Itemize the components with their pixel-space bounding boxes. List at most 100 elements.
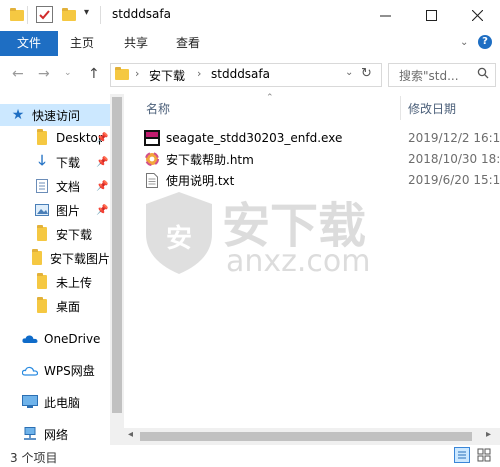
sidebar-item-label: OneDrive bbox=[44, 332, 101, 346]
folder-icon bbox=[34, 225, 50, 241]
chevron-down-icon[interactable]: ⌄ bbox=[345, 67, 353, 78]
sidebar-item-label: WPS网盘 bbox=[44, 363, 95, 378]
chevron-down-icon[interactable]: ▾ bbox=[84, 7, 89, 18]
sidebar-item-wps-drive[interactable]: WPS网盘 bbox=[0, 359, 110, 381]
new-folder-icon[interactable] bbox=[62, 7, 76, 23]
sidebar-scrollbar-thumb[interactable] bbox=[112, 97, 122, 413]
sidebar-item-downloads[interactable]: 🡓 下载 📌 bbox=[0, 151, 110, 173]
sidebar-item-desktop[interactable]: Desktop 📌 bbox=[0, 127, 110, 149]
file-row[interactable]: seagate_stdd30203_enfd.exe bbox=[144, 128, 342, 148]
file-row[interactable]: 安下载帮助.htm bbox=[144, 149, 254, 169]
sidebar-item-label: 图片 bbox=[56, 203, 81, 218]
sidebar-item-anxz[interactable]: 安下载 bbox=[0, 223, 110, 245]
watermark-subtext: anxz.com bbox=[226, 244, 371, 279]
folder-icon[interactable] bbox=[10, 7, 24, 23]
picture-icon bbox=[34, 203, 50, 217]
file-name: seagate_stdd30203_enfd.exe bbox=[166, 131, 343, 145]
tab-file[interactable]: 文件 bbox=[0, 31, 58, 56]
watermark-badge: 安 bbox=[166, 224, 193, 254]
breadcrumb-separator-icon[interactable]: › bbox=[135, 67, 139, 80]
ribbon: 文件 主页 共享 查看 ⌄ ? bbox=[0, 31, 500, 57]
back-arrow-icon[interactable]: ← bbox=[12, 66, 24, 82]
sidebar-item-label: 文档 bbox=[56, 179, 81, 194]
network-icon bbox=[22, 427, 38, 441]
sidebar-item-label: 安下载 bbox=[56, 227, 93, 242]
folder-icon bbox=[34, 273, 50, 289]
column-header-date[interactable]: 修改日期 bbox=[408, 100, 456, 117]
divider bbox=[27, 6, 28, 24]
download-icon: 🡓 bbox=[38, 153, 46, 169]
scroll-left-icon[interactable]: ◂ bbox=[128, 429, 133, 440]
large-icons-view-icon[interactable] bbox=[476, 447, 492, 463]
htm-icon bbox=[144, 151, 160, 167]
window-title: stdddsafa bbox=[112, 7, 171, 21]
maximize-button[interactable] bbox=[408, 0, 454, 31]
refresh-icon[interactable]: ↻ bbox=[361, 66, 372, 81]
sidebar-item-label: 桌面 bbox=[56, 299, 81, 314]
column-divider[interactable] bbox=[400, 96, 401, 120]
sidebar-item-label: 安下载图片 bbox=[49, 251, 110, 266]
sidebar-item-desktop-cn[interactable]: 桌面 bbox=[0, 295, 110, 317]
watermark: 安 安下载 anxz.com bbox=[142, 178, 372, 288]
column-header-name[interactable]: 名称 bbox=[146, 100, 170, 117]
tab-share[interactable]: 共享 bbox=[112, 31, 160, 56]
details-view-icon[interactable] bbox=[454, 447, 470, 463]
folder-icon bbox=[30, 249, 44, 265]
help-icon[interactable]: ? bbox=[478, 35, 492, 49]
minimize-button[interactable] bbox=[362, 0, 408, 31]
pin-icon[interactable]: 📌 bbox=[96, 205, 108, 216]
breadcrumb-separator-icon[interactable]: › bbox=[197, 67, 201, 80]
sidebar-item-not-uploaded[interactable]: 未上传 bbox=[0, 271, 110, 293]
star-icon: ★ bbox=[11, 107, 25, 123]
search-input[interactable]: 搜索"std... bbox=[399, 67, 459, 84]
recent-locations-icon[interactable]: ⌄ bbox=[64, 68, 72, 78]
cloud-icon bbox=[22, 363, 38, 377]
file-date: 2019/12/2 16:13 bbox=[408, 131, 500, 145]
cloud-icon bbox=[22, 332, 38, 346]
breadcrumb-item[interactable]: stdddsafa bbox=[211, 67, 270, 81]
properties-icon[interactable] bbox=[36, 6, 53, 23]
tab-view[interactable]: 查看 bbox=[164, 31, 212, 56]
pin-icon[interactable]: 📌 bbox=[96, 157, 108, 168]
search-icon[interactable] bbox=[477, 67, 489, 82]
sidebar-item-label: 网络 bbox=[44, 427, 69, 442]
sidebar-item-label: 此电脑 bbox=[44, 395, 81, 410]
folder-icon bbox=[34, 297, 50, 313]
sidebar-item-this-pc[interactable]: 此电脑 bbox=[0, 391, 110, 413]
sidebar-item-pictures[interactable]: 图片 📌 bbox=[0, 199, 110, 221]
file-date: 2019/6/20 15:16 bbox=[408, 173, 500, 187]
up-arrow-icon[interactable]: ↑ bbox=[88, 66, 100, 82]
pin-icon[interactable]: 📌 bbox=[96, 181, 108, 192]
item-count: 3 个项目 bbox=[10, 451, 58, 465]
horizontal-scrollbar-thumb[interactable] bbox=[140, 432, 472, 441]
tab-home[interactable]: 主页 bbox=[58, 31, 106, 56]
pin-icon[interactable]: 📌 bbox=[96, 133, 108, 144]
file-date: 2018/10/30 18:4 bbox=[408, 152, 500, 166]
sort-ascending-icon: ⌃ bbox=[266, 93, 274, 103]
scroll-right-icon[interactable]: ▸ bbox=[486, 429, 491, 440]
title-bar: ▾ stdddsafa bbox=[0, 0, 500, 31]
sidebar-item-label: 未上传 bbox=[56, 275, 93, 290]
status-bar: 3 个项目 bbox=[0, 445, 500, 467]
file-name: 安下载帮助.htm bbox=[166, 152, 254, 167]
folder-icon bbox=[34, 129, 50, 145]
folder-icon bbox=[115, 67, 129, 83]
document-icon bbox=[34, 179, 50, 193]
sidebar-item-quick-access[interactable]: ★ 快速访问 bbox=[0, 104, 110, 126]
sidebar-item-anxz-pictures[interactable]: 安下载图片 bbox=[0, 247, 110, 269]
sidebar-item-label: 下载 bbox=[56, 155, 81, 170]
ribbon-expand-icon[interactable]: ⌄ bbox=[460, 37, 468, 48]
sidebar-item-onedrive[interactable]: OneDrive bbox=[0, 328, 110, 350]
sidebar-item-documents[interactable]: 文档 📌 bbox=[0, 175, 110, 197]
computer-icon bbox=[22, 395, 38, 409]
address-bar[interactable]: › 安下载 › stdddsafa ⌄ ↻ bbox=[110, 63, 382, 87]
close-button[interactable] bbox=[454, 0, 500, 31]
divider bbox=[100, 6, 101, 24]
sidebar-item-network[interactable]: 网络 bbox=[0, 423, 110, 445]
navigation-pane: ★ 快速访问 Desktop 📌 🡓 下载 📌 文档 📌 图片 📌 安下载 安下… bbox=[0, 94, 124, 445]
forward-arrow-icon[interactable]: → bbox=[38, 66, 50, 82]
exe-icon bbox=[144, 130, 160, 146]
breadcrumb-item[interactable]: 安下载 bbox=[149, 67, 185, 84]
sidebar-item-label: 快速访问 bbox=[32, 108, 81, 123]
search-box[interactable]: 搜索"std... bbox=[388, 63, 496, 87]
